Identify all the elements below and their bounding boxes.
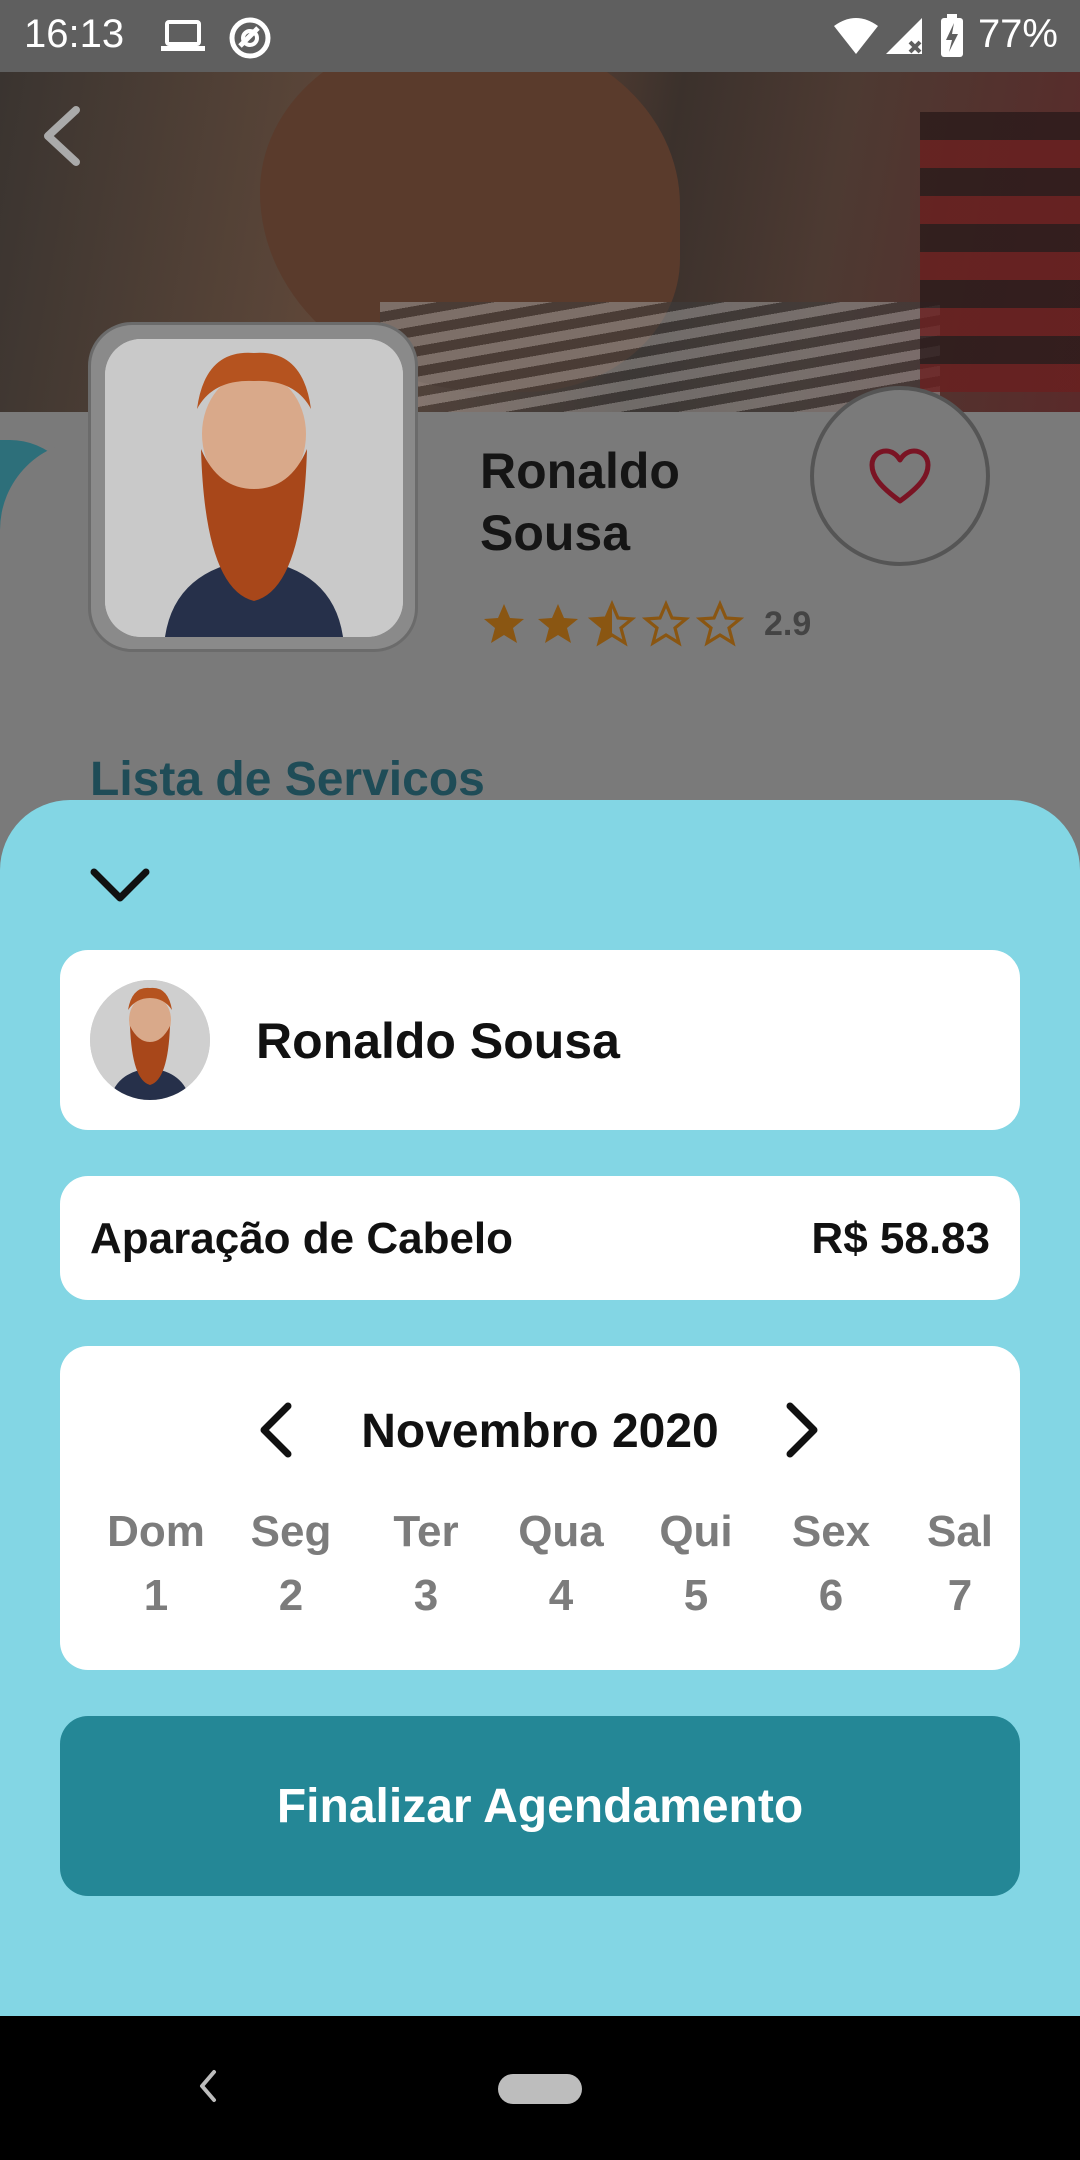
- battery-percent: 77%: [977, 12, 1058, 56]
- star-filled-icon: [484, 604, 524, 643]
- calendar-day[interactable]: Dom 1: [96, 1506, 216, 1622]
- chevron-left-icon: [200, 2070, 216, 2102]
- profile-photo-frame: [88, 322, 418, 652]
- day-name: Qua: [518, 1507, 604, 1556]
- day-name: Sex: [791, 1507, 871, 1556]
- calendar-day[interactable]: Qua 4: [501, 1506, 621, 1622]
- star-half-icon: [588, 600, 636, 647]
- service-card: Aparação de Cabelo R$ 58.83: [60, 1176, 1020, 1300]
- star-empty-icon: [696, 600, 744, 647]
- laptop-icon: [160, 16, 206, 61]
- calendar-day[interactable]: Ter 3: [366, 1506, 486, 1622]
- calendar-day[interactable]: Qui 5: [636, 1506, 756, 1622]
- system-back-button[interactable]: [196, 2066, 220, 2111]
- signal-icon: [884, 16, 924, 61]
- day-name: Ter: [393, 1507, 459, 1556]
- system-nav-bar: [0, 2016, 1080, 2160]
- profile-name: Ronaldo Sousa: [480, 443, 680, 561]
- rating-value: 2.9: [764, 604, 812, 643]
- hero-cape-shape: [380, 302, 940, 412]
- vpn-icon: [228, 16, 272, 65]
- profile-photo: [105, 339, 403, 637]
- rating: 2.9: [480, 600, 811, 648]
- next-month-button[interactable]: [782, 1402, 822, 1463]
- section-title: Lista de Servicos: [90, 753, 485, 806]
- barber-name: Ronaldo Sousa: [256, 1013, 620, 1069]
- finalize-booking-button[interactable]: Finalizar Agendamento: [60, 1716, 1020, 1896]
- service-name: Aparação de Cabelo: [90, 1214, 514, 1263]
- day-name: Seg: [250, 1507, 332, 1556]
- calendar-day[interactable]: Seg 2: [231, 1506, 351, 1622]
- day-date: 2: [278, 1571, 304, 1620]
- favorite-button[interactable]: [810, 386, 990, 566]
- day-name: Qui: [659, 1507, 733, 1556]
- calendar-day[interactable]: Sex 6: [771, 1506, 891, 1622]
- day-name: Dom: [107, 1507, 205, 1556]
- battery-charging-icon: [940, 14, 964, 63]
- chevron-down-icon: [90, 868, 150, 902]
- day-name: Sal: [926, 1507, 994, 1556]
- calendar-card: Novembro 2020 Dom 1 Seg 2 Ter 3 Qua 4 Qu…: [60, 1346, 1020, 1670]
- back-button[interactable]: [38, 104, 86, 173]
- chevron-left-icon: [44, 106, 80, 166]
- barber-card: Ronaldo Sousa: [60, 950, 1020, 1130]
- status-time: 16:13: [24, 12, 125, 56]
- avatar: [90, 980, 210, 1100]
- calendar-day[interactable]: Sal 7: [900, 1506, 1020, 1622]
- day-date: 1: [143, 1571, 169, 1620]
- star-empty-icon: [642, 600, 690, 647]
- chevron-right-icon: [786, 1402, 818, 1458]
- collapse-sheet-button[interactable]: [88, 866, 152, 911]
- system-home-pill[interactable]: [498, 2074, 582, 2104]
- star-filled-icon: [538, 604, 578, 643]
- status-bar: 16:13 77%: [0, 0, 1080, 72]
- booking-sheet: Ronaldo Sousa Aparação de Cabelo R$ 58.8…: [0, 800, 1080, 2016]
- wifi-icon: [832, 16, 880, 61]
- day-date: 3: [413, 1571, 439, 1620]
- day-date: 7: [947, 1571, 973, 1620]
- hero-shirt-shape: [920, 112, 1080, 392]
- service-price: R$ 58.83: [811, 1214, 990, 1263]
- day-date: 4: [548, 1571, 574, 1620]
- heart-outline-icon: [869, 448, 931, 504]
- calendar-month-label: Novembro 2020: [361, 1405, 719, 1458]
- day-date: 6: [818, 1571, 844, 1620]
- day-date: 5: [683, 1571, 709, 1620]
